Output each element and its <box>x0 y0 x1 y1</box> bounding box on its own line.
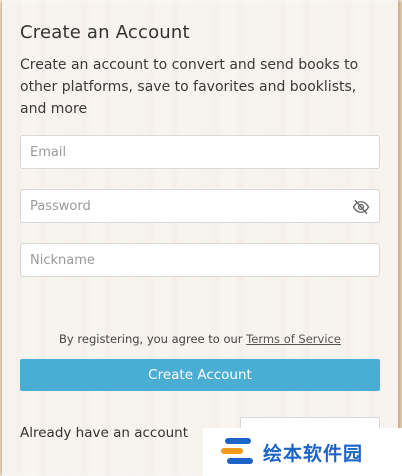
create-account-button[interactable]: Create Account <box>20 359 380 391</box>
watermark-text: 绘本软件园 <box>263 443 364 465</box>
watermark-logo-icon <box>221 438 253 464</box>
eye-slash-icon[interactable] <box>352 198 370 216</box>
watermark-overlay: 绘本软件园 <box>203 428 402 476</box>
email-field-wrapper <box>20 135 380 169</box>
password-input[interactable] <box>21 190 379 222</box>
terms-prefix: By registering, you agree to our <box>59 332 247 346</box>
nickname-input[interactable] <box>21 244 379 276</box>
terms-notice: By registering, you agree to our Terms o… <box>20 332 380 346</box>
signup-description: Create an account to convert and send bo… <box>20 57 359 117</box>
already-have-account-text: Already have an account <box>20 425 188 441</box>
email-input[interactable] <box>21 136 379 168</box>
nickname-field-wrapper <box>20 243 380 277</box>
password-field-wrapper <box>20 189 380 223</box>
terms-of-service-link[interactable]: Terms of Service <box>246 332 341 346</box>
page-title: Create an Account <box>20 22 190 43</box>
